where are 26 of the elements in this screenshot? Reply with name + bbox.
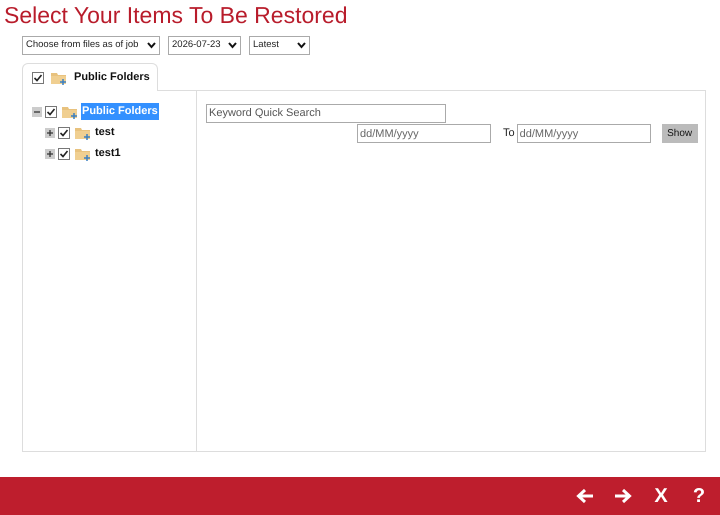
footer-button[interactable]: X [652,486,670,506]
date-field[interactable]: dd/MM/yyyy [357,124,491,143]
collapse-icon[interactable] [32,106,42,116]
dropdown[interactable]: 2026-07-23 [168,36,241,55]
caret-icon [228,42,237,49]
checkbox[interactable] [58,126,70,138]
checkbox[interactable] [45,106,57,118]
expand-icon[interactable] [45,148,55,158]
to-label: To [503,126,515,142]
tab[interactable]: Public Folders [22,63,158,91]
tree-item[interactable]: test [94,124,116,141]
tree-item[interactable]: test1 [94,145,122,162]
show-button[interactable]: Show [662,124,698,143]
checkbox[interactable] [58,148,70,160]
caret-icon [297,42,306,49]
forward-icon[interactable] [614,487,632,505]
expand-icon[interactable] [45,128,55,138]
search-field[interactable]: Keyword Quick Search [206,104,446,122]
page-title: Select Your Items To Be Restored [3,1,348,29]
checkbox[interactable] [32,72,44,84]
caret-icon [147,42,156,49]
dropdown[interactable]: Choose from files as of job [22,36,160,55]
date-field[interactable]: dd/MM/yyyy [516,124,651,143]
dropdown[interactable]: Latest [249,36,310,55]
footer-button[interactable]: ? [690,486,708,506]
back-icon[interactable] [576,487,594,505]
